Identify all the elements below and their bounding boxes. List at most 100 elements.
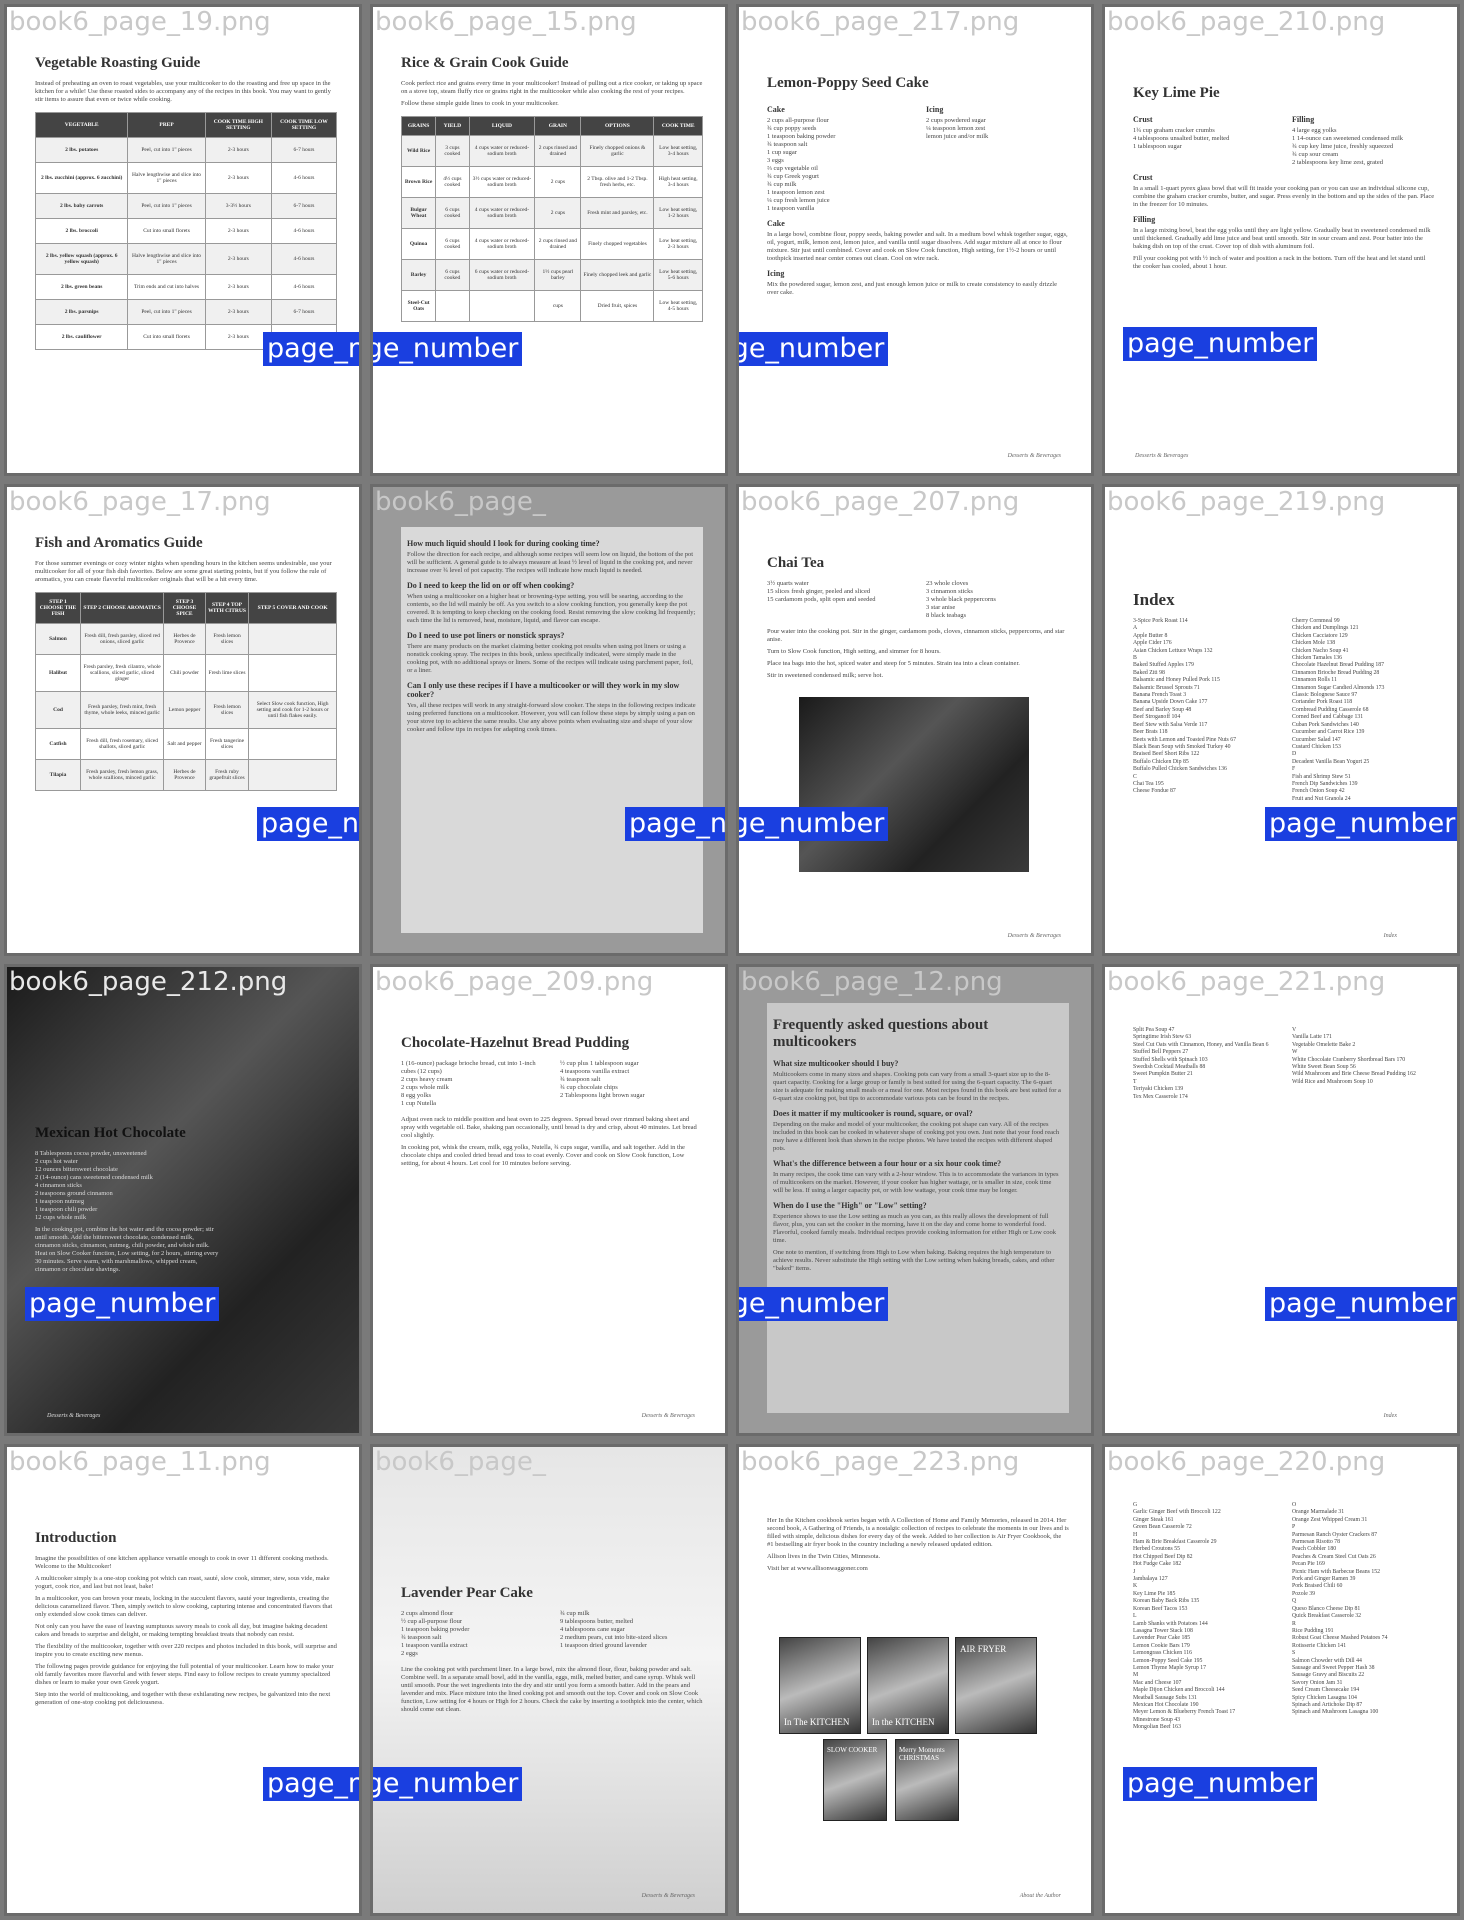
faq-answer: Experience shows to use the Low setting … xyxy=(773,1213,1057,1244)
table-cell: 3-3½ hours xyxy=(204,193,272,219)
page-tile[interactable]: book6_page_17.png Fish and Aromatics Gui… xyxy=(4,484,362,956)
table-cell xyxy=(468,290,536,322)
file-name-label: book6_page_19.png xyxy=(9,7,271,37)
page-tile[interactable]: book6_page_19.png Vegetable Roasting Gui… xyxy=(4,4,362,476)
table-cell: Herbes de Provence xyxy=(163,623,206,655)
table-row: Quinoa 6 cups cooked 4 cups water or reduc… xyxy=(400,228,703,260)
table-cell: Halve lengthwise and slice into 1" piece… xyxy=(127,162,206,194)
ingredients: Cake 2 cups all-purpose flour ¾ cup popp… xyxy=(767,100,1069,213)
index-column: G Garlic Ginger Beef with Broccoli 122 G… xyxy=(1133,1502,1236,1716)
page-tile[interactable]: book6_page_209.png Chocolate-Hazelnut Br… xyxy=(370,964,728,1436)
table-cell: cups xyxy=(534,290,582,322)
table-cell: Fresh mint and parsley, etc. xyxy=(580,197,655,229)
page-footer: Desserts & Beverages xyxy=(47,1413,101,1419)
table-header: STEP 1 CHOOSE THE FISH xyxy=(35,592,81,624)
book-page: Split Pea Soup 47 Springtime Irish Stew … xyxy=(1133,1027,1435,1413)
table-row: Barley 6 cups cooked 6 cups water or reduc… xyxy=(400,259,703,291)
method-text: In a small 1-quart pyrex glass bowl that… xyxy=(1133,185,1435,208)
bio-paragraph: Visit her at www.allisonwaggoner.com xyxy=(767,1565,868,1572)
table-header: YIELD xyxy=(435,116,470,136)
table-cell: Finely chopped vegetables xyxy=(580,228,655,260)
intro-text: Cook perfect rice and grains every time … xyxy=(401,80,703,95)
page-tile[interactable]: book6_page_220.png G Garlic Ginger Beef … xyxy=(1102,1444,1460,1916)
table-cell: Low heat setting, 1-2 hours xyxy=(653,197,703,229)
table-cell: Cut into small florets xyxy=(127,218,206,244)
guide-table: STEP 1 CHOOSE THE FISH STEP 2 CHOOSE AROM… xyxy=(35,592,337,791)
faq-question: What size multicooker should I buy? xyxy=(773,1059,899,1068)
table-cell: Halve lengthwise and slice into 1" piece… xyxy=(127,243,206,275)
table-row: Salmon Fresh dill, fresh parsley, sliced … xyxy=(35,623,337,655)
table-header: STEP 3 CHOOSE SPICE xyxy=(163,592,206,624)
page-tile[interactable]: book6_page_219.png Index 3-Spice Pork Ro… xyxy=(1102,484,1460,956)
table-cell: Low heat setting, 2-3 hours xyxy=(653,228,703,260)
table-cell: Finely chopped leek and garlic xyxy=(580,259,655,291)
table-header: PREP xyxy=(127,112,206,138)
table-cell: Salt and pepper xyxy=(163,728,206,760)
method-text: In a large bowl, combine flour, poppy se… xyxy=(767,231,1068,262)
ingredients: 1 (16-ounce) package brioche bread, cut … xyxy=(401,1060,703,1108)
book-page: Lavender Pear Cake 2 cups almond flour ½… xyxy=(401,1577,703,1893)
table-row: Bulgur Wheat 6 cups cooked 4 cups water or… xyxy=(400,197,703,229)
table-row: Tilapia Fresh parsley, fresh lemon grass,… xyxy=(35,759,337,791)
table-cell: 4-6 hours xyxy=(270,162,338,194)
book-page: Introduction Imagine the possibilities o… xyxy=(35,1522,337,1893)
chai-tea-photo xyxy=(799,697,1029,872)
table-cell: Peel, cut into 1" pieces xyxy=(127,193,206,219)
table-cell: Cod xyxy=(35,691,81,729)
method-text: Mix the powdered sugar, lemon zest, and … xyxy=(767,281,1057,296)
table-cell: Fresh parsley, fresh lemon grass, whole … xyxy=(79,759,165,791)
page-number-badge: page_number xyxy=(625,807,725,841)
table-cell: Peel, cut into 1" pieces xyxy=(127,299,206,325)
page-tile[interactable]: book6_page_12.png Frequently asked quest… xyxy=(736,964,1094,1436)
ingredient-list: 3½ quarts water 15 slices fresh ginger, … xyxy=(767,580,876,603)
faq-question: When do I use the "High" or "Low" settin… xyxy=(773,1201,927,1210)
page-title: Frequently asked questions about multico… xyxy=(773,1017,989,1050)
table-row: 2 lbs. broccoli Cut into small florets 2-3… xyxy=(34,218,338,244)
table-row: Brown Rice 4½ cups cooked 3½ cups water or… xyxy=(400,166,703,198)
page-tile[interactable]: book6_page_223.png Her In the Kitchen co… xyxy=(736,1444,1094,1916)
page-title: Chai Tea xyxy=(767,555,825,571)
page-tile[interactable]: book6_page_221.png Split Pea Soup 47 Spr… xyxy=(1102,964,1460,1436)
page-tile[interactable]: book6_page_ Lavender Pear Cake 2 cups al… xyxy=(370,1444,728,1916)
file-name-label: book6_page_12.png xyxy=(741,967,1003,997)
book-cover: In The KITCHEN xyxy=(779,1637,861,1734)
bio-paragraph: Allison lives in the Twin Cities, Minnes… xyxy=(767,1553,881,1560)
section-label: Filling xyxy=(1133,215,1156,224)
page-number-badge: page_number xyxy=(263,332,359,366)
page-number-badge: page_number xyxy=(373,1767,523,1801)
intro-paragraph: The following pages provide guidance for… xyxy=(35,1663,334,1686)
table-row: Steel-Cut Oats cups Dried fruit, spices Low… xyxy=(400,290,703,322)
page-number-badge: page_number xyxy=(257,807,359,841)
page-tile[interactable]: book6_page_11.png Introduction Imagine t… xyxy=(4,1444,362,1916)
table-cell xyxy=(248,623,337,655)
ingredient-list: 4 large egg yolks 1 14-ounce can sweeten… xyxy=(1292,127,1404,166)
page-tile[interactable]: book6_page_15.png Rice & Grain Cook Guid… xyxy=(370,4,728,476)
table-cell: 2 lbs. broccoli xyxy=(34,218,129,244)
table-cell: 6 cups water or reduced-sodium broth xyxy=(468,259,536,291)
section-label: Crust xyxy=(1133,173,1153,182)
page-tile[interactable]: book6_page_207.png Chai Tea 3½ quarts wa… xyxy=(736,484,1094,956)
page-thumbnail-grid: book6_page_19.png Vegetable Roasting Gui… xyxy=(0,0,1464,1920)
table-cell: Wild Rice xyxy=(400,135,437,167)
table-cell: Fresh tangerine slices xyxy=(204,728,250,760)
table-cell: 2 lbs. cauliflower xyxy=(34,324,129,350)
file-name-label: book6_page_212.png xyxy=(9,967,288,997)
table-header: STEP 5 COVER AND COOK xyxy=(248,592,337,624)
table-cell: Chili powder xyxy=(163,654,206,692)
faq-answer: When using a multicooker on a higher hea… xyxy=(407,593,696,624)
page-tile[interactable]: book6_page_210.png Key Lime Pie Crust 1¾… xyxy=(1102,4,1460,476)
table-cell: 2 Tbsp. olive and 1-2 Tbsp. fresh herbs,… xyxy=(580,166,655,198)
page-tile[interactable]: book6_page_217.png Lemon-Poppy Seed Cake… xyxy=(736,4,1094,476)
table-row: 2 lbs. yellow squash (approx. 6 yellow s… xyxy=(34,243,338,275)
book-cover: Merry Moments CHRISTMAS xyxy=(895,1739,959,1821)
ingredient-list: 1¾ cup graham cracker crumbs 4 tablespoo… xyxy=(1133,127,1230,150)
faq-answer: There are many products on the market cl… xyxy=(407,643,693,674)
table-cell: Steel-Cut Oats xyxy=(400,290,437,322)
table-cell: 2 lbs. baby carrots xyxy=(34,193,129,219)
page-tile[interactable]: book6_page_212.png Mexican Hot Chocolate… xyxy=(4,964,362,1436)
page-tile[interactable]: book6_page_ How much liquid should I loo… xyxy=(370,484,728,956)
table-cell: 4-6 hours xyxy=(270,218,338,244)
faq-question: Do I need to keep the lid on or off when… xyxy=(407,581,575,590)
table-header: COOK TIME HIGH SETTING xyxy=(204,112,272,138)
table-cell: 6-7 hours xyxy=(270,193,338,219)
